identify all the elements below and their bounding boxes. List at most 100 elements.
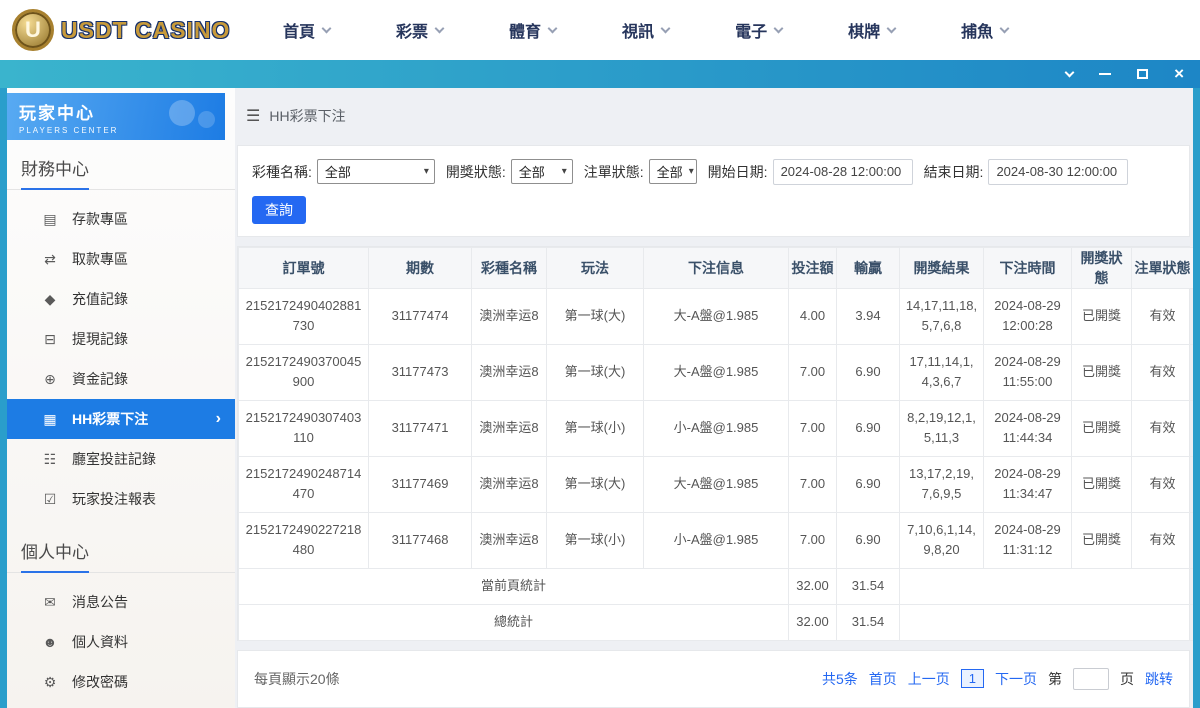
- window-close-button[interactable]: ×: [1174, 66, 1184, 82]
- cell-issue: 31177474: [369, 288, 472, 344]
- search-button[interactable]: 查詢: [252, 196, 306, 224]
- sidebar-item-label: 充值記錄: [72, 289, 128, 309]
- chevron-down-icon: [1000, 23, 1010, 33]
- filter-panel: 彩種名稱: 全部 ▾ 開獎狀態: 全部 ▾ 注單狀態: 全: [237, 145, 1190, 237]
- nav-item-label: 捕魚: [961, 18, 993, 42]
- cell-draw-status: 已開獎: [1072, 288, 1132, 344]
- cell-order-status: 有效: [1132, 344, 1194, 400]
- cell-bet-info: 大-A盤@1.985: [644, 344, 789, 400]
- chevron-right-icon: ›: [216, 410, 221, 428]
- next-page-link[interactable]: 下一页: [995, 669, 1037, 689]
- end-date-label: 結束日期:: [924, 162, 984, 182]
- sidebar-item[interactable]: ▤ 存款專區 ›: [7, 199, 235, 239]
- nav-item[interactable]: 視訊: [622, 18, 669, 42]
- jump-page-input[interactable]: [1073, 668, 1109, 690]
- grand-total-bet: 32.00: [789, 604, 837, 640]
- draw-status-select[interactable]: 全部 ▾: [511, 159, 573, 184]
- cell-bet-info: 大-A盤@1.985: [644, 288, 789, 344]
- lottery-name-label: 彩種名稱:: [252, 162, 312, 182]
- cell-issue: 31177468: [369, 512, 472, 568]
- sidebar-item[interactable]: ☷ 廳室投註記錄 ›: [7, 439, 235, 479]
- sidebar-item[interactable]: ✉ 消息公告 ›: [7, 582, 235, 622]
- table-header-cell: 開獎狀態: [1072, 247, 1132, 288]
- sidebar-item[interactable]: ⊟ 提現記錄 ›: [7, 319, 235, 359]
- table-header-row: 訂單號期數彩種名稱玩法下注信息投注額輸贏開獎結果下注時間開獎狀態注單狀態: [239, 247, 1194, 288]
- start-date-input[interactable]: [773, 159, 913, 185]
- chevron-down-icon: [661, 23, 671, 33]
- table-row: 2152172490248714470 31177469 澳洲幸运8 第一球(大…: [239, 456, 1194, 512]
- grand-total-win: 31.54: [837, 604, 900, 640]
- order-status-value: 全部: [657, 162, 683, 181]
- cell-order-no: 2152172490227218480: [239, 512, 369, 568]
- player-bet-report-icon: ☑: [41, 491, 59, 508]
- window-title-bar: ×: [0, 60, 1200, 88]
- cell-bet-amount: 7.00: [789, 456, 837, 512]
- hamburger-icon[interactable]: ☰: [246, 106, 260, 126]
- recharge-record-icon: ◆: [41, 291, 59, 308]
- withdraw-icon: ⇄: [41, 251, 59, 268]
- chevron-down-icon: [435, 23, 445, 33]
- cell-draw-status: 已開獎: [1072, 456, 1132, 512]
- window-collapse-button[interactable]: [1066, 66, 1073, 82]
- brand-name: USDT CASINO: [61, 17, 230, 44]
- announcement-icon: ✉: [41, 594, 59, 611]
- sidebar-item-label: 取款專區: [72, 249, 128, 269]
- cell-order-no: 2152172490370045900: [239, 344, 369, 400]
- page-total-win: 31.54: [837, 568, 900, 604]
- players-center-header: 玩家中心 PLAYERS CENTER: [7, 93, 225, 140]
- cell-draw-status: 已開獎: [1072, 512, 1132, 568]
- sidebar-item[interactable]: ☑ 玩家投注報表 ›: [7, 479, 235, 519]
- first-page-link[interactable]: 首页: [869, 669, 897, 689]
- sidebar-item[interactable]: ◆ 充值記錄 ›: [7, 279, 235, 319]
- current-page-button[interactable]: 1: [961, 669, 984, 688]
- cell-play-type: 第一球(大): [547, 344, 644, 400]
- funds-record-icon: ⊕: [41, 371, 59, 388]
- sidebar-item[interactable]: ⚙ 修改密碼 ›: [7, 662, 235, 702]
- table-header-cell: 訂單號: [239, 247, 369, 288]
- profile-icon: ☻: [41, 634, 59, 650]
- cell-bet-time: 2024-08-29 11:31:12: [984, 512, 1072, 568]
- nav-item[interactable]: 體育: [509, 18, 556, 42]
- prev-page-link[interactable]: 上一页: [908, 669, 950, 689]
- nav-item[interactable]: 捕魚: [961, 18, 1008, 42]
- window-minimize-button[interactable]: [1099, 66, 1111, 82]
- jump-button[interactable]: 跳转: [1145, 669, 1173, 689]
- nav-item[interactable]: 電子: [735, 18, 782, 42]
- cell-lottery-name: 澳洲幸运8: [472, 344, 547, 400]
- page-total-row: 當前頁統計 32.00 31.54: [239, 568, 1194, 604]
- table-header-cell: 彩種名稱: [472, 247, 547, 288]
- grand-total-empty: [900, 604, 1194, 640]
- brand-logo[interactable]: U USDT CASINO: [12, 9, 247, 51]
- page-total-bet: 32.00: [789, 568, 837, 604]
- bets-table: 訂單號期數彩種名稱玩法下注信息投注額輸贏開獎結果下注時間開獎狀態注單狀態 215…: [238, 247, 1193, 641]
- hall-bet-record-icon: ☷: [41, 451, 59, 468]
- cell-order-status: 有效: [1132, 288, 1194, 344]
- window-maximize-button[interactable]: [1137, 66, 1148, 82]
- draw-status-label: 開獎狀態:: [446, 162, 506, 182]
- order-status-select[interactable]: 全部 ▾: [649, 159, 697, 184]
- sidebar: 玩家中心 PLAYERS CENTER 財務中心 ▤ 存款專區 › ⇄ 取款專區…: [7, 88, 235, 708]
- end-date-input[interactable]: [988, 159, 1128, 185]
- main-content: ☰ HH彩票下注 彩種名稱: 全部 ▾ 開獎狀態: 全部 ▾: [235, 88, 1193, 708]
- total-count: 共5条: [822, 669, 858, 689]
- sidebar-item-label: 消息公告: [72, 592, 128, 612]
- sidebar-item[interactable]: ⇄ 取款專區 ›: [7, 239, 235, 279]
- cell-play-type: 第一球(大): [547, 288, 644, 344]
- lottery-name-select[interactable]: 全部 ▾: [317, 159, 435, 184]
- cell-order-no: 2152172490248714470: [239, 456, 369, 512]
- sidebar-item[interactable]: ▦ HH彩票下注 ›: [7, 399, 235, 439]
- cell-issue: 31177473: [369, 344, 472, 400]
- nav-item[interactable]: 彩票: [396, 18, 443, 42]
- brand-logo-icon: U: [12, 9, 54, 51]
- sidebar-item-label: 存款專區: [72, 209, 128, 229]
- sidebar-item[interactable]: ☻ 個人資料 ›: [7, 622, 235, 662]
- nav-item[interactable]: 首頁: [283, 18, 330, 42]
- cell-bet-info: 小-A盤@1.985: [644, 400, 789, 456]
- lottery-name-value: 全部: [325, 162, 351, 181]
- sidebar-item[interactable]: ⊕ 資金記錄 ›: [7, 359, 235, 399]
- cell-lottery-name: 澳洲幸运8: [472, 400, 547, 456]
- nav-item[interactable]: 棋牌: [848, 18, 895, 42]
- cell-lottery-name: 澳洲幸运8: [472, 456, 547, 512]
- cell-lottery-name: 澳洲幸运8: [472, 288, 547, 344]
- maximize-icon: [1137, 69, 1148, 79]
